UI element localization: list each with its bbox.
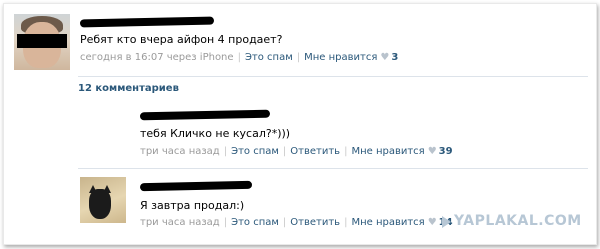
yaplakal-logo-icon [442,216,451,228]
cat-image [89,189,111,219]
separator: | [344,217,348,228]
comment-author-name-censored[interactable] [139,180,253,192]
reply-link[interactable]: Ответить [290,146,340,157]
post-text: Ребят кто вчера айфон 4 продает? [80,33,283,46]
comment-author-avatar[interactable] [80,177,126,223]
comment-time[interactable]: три часа назад [140,146,220,157]
spam-link[interactable]: Это спам [245,52,293,63]
like-link[interactable]: Мне нравится [351,146,424,157]
censor-bar [17,34,67,48]
comment-text: Я завтра продал:) [140,199,245,212]
separator: | [223,146,228,157]
reply-link[interactable]: Ответить [290,217,340,228]
separator: | [282,217,287,228]
post-meta: сегодня в 16:07 через iPhone | Это спам | Мн… [80,52,398,63]
separator: | [296,52,301,63]
separator: | [237,52,241,63]
post-author-avatar[interactable] [14,14,70,70]
like-link[interactable]: Мне нравится [351,217,424,228]
spam-link[interactable]: Это спам [231,146,279,157]
separator: | [223,217,228,228]
like-count: 39 [438,146,453,157]
divider [78,168,588,169]
separator: | [282,146,287,157]
post-author-name-censored[interactable] [79,16,215,28]
divider [78,76,588,77]
comment-author-name-censored[interactable] [139,109,271,121]
heart-icon[interactable]: ♥ [428,146,437,157]
comment-text: тебя Кличко не кусал?*))) [140,127,291,140]
comment-time[interactable]: три часа назад [140,217,220,228]
heart-icon[interactable]: ♥ [380,52,389,63]
comments-count-link[interactable]: 12 комментариев [78,83,179,94]
heart-icon[interactable]: ♥ [428,217,437,228]
spam-link[interactable]: Это спам [231,217,279,228]
watermark: YAPLAKAL.COM [442,213,582,229]
like-count: 3 [391,52,399,63]
post-timestamp[interactable]: сегодня в 16:07 через iPhone [80,52,234,63]
comment-meta: три часа назад | Это спам | Ответить | Мне нра… [140,146,453,157]
comment-meta: три часа назад | Это спам | Ответить | Мне нра… [140,217,453,228]
watermark-text: YAPLAKAL.COM [454,213,582,229]
post-card: Ребят кто вчера айфон 4 продает? сегодня… [3,3,597,245]
like-link[interactable]: Мне нравится [304,52,377,63]
separator: | [344,146,348,157]
